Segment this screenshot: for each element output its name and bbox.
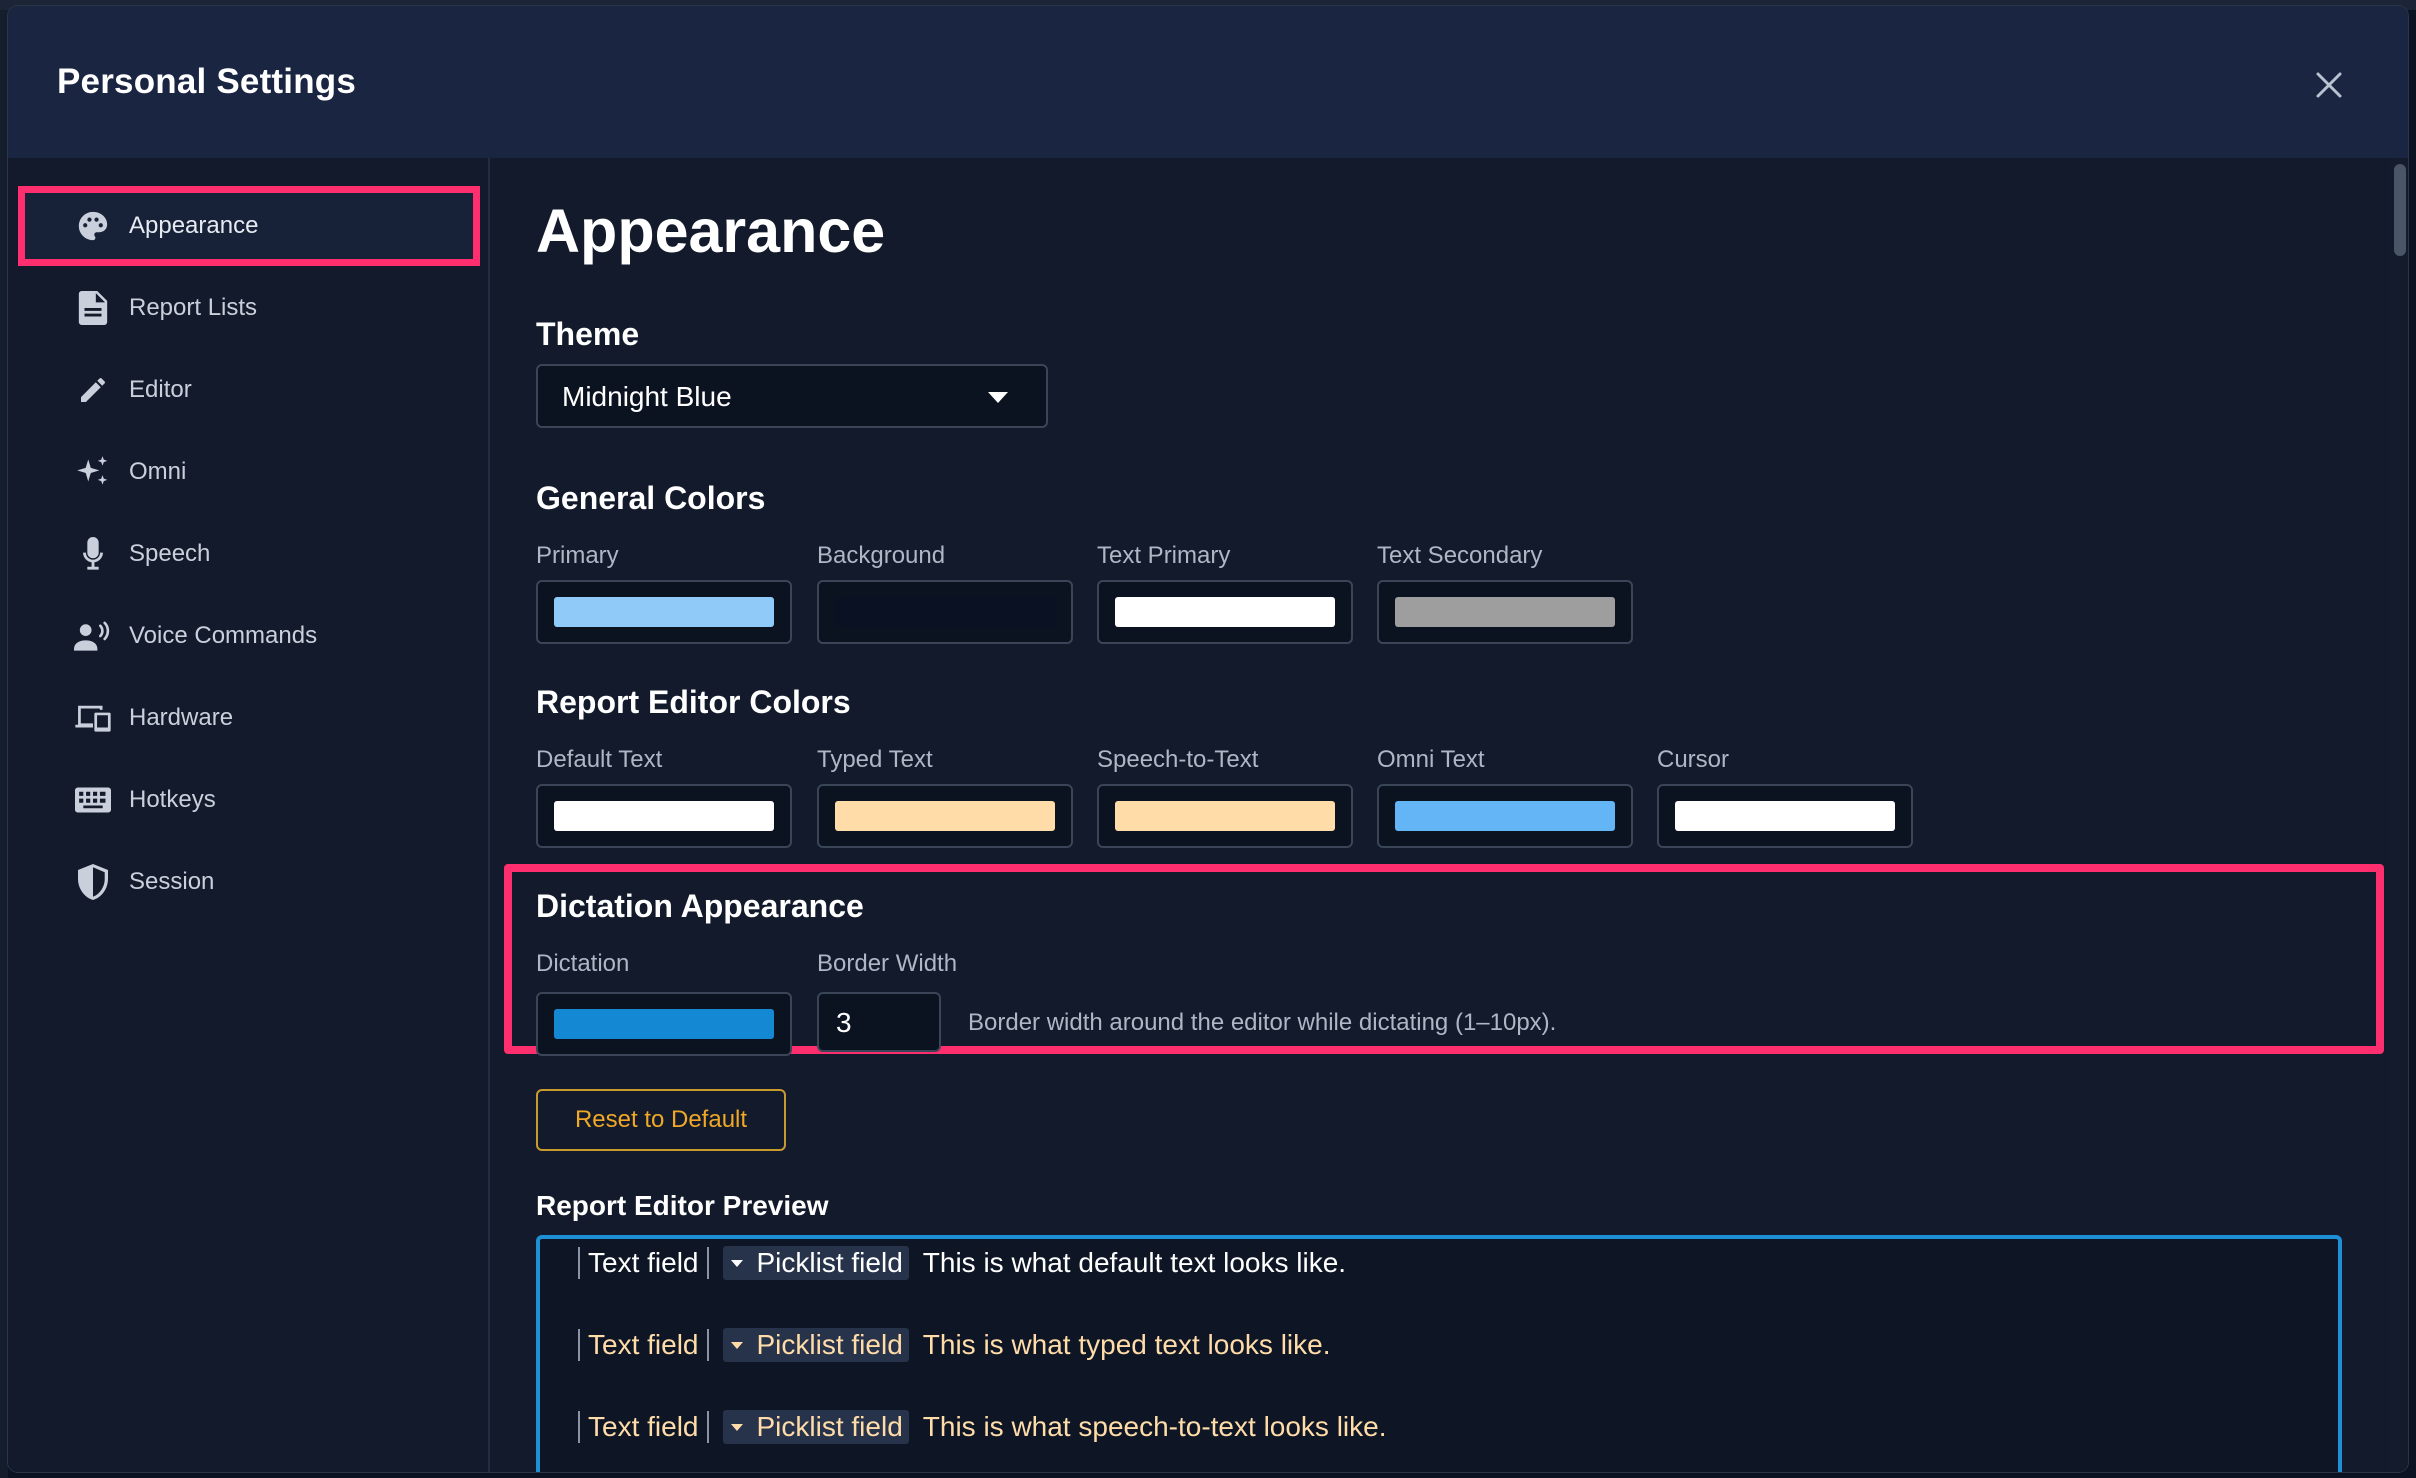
sidebar-item-omni[interactable]: Omni: [18, 432, 480, 512]
picklist-label: Picklist field: [756, 1329, 903, 1360]
border-width-input[interactable]: 3: [817, 992, 941, 1052]
close-icon: [2316, 72, 2342, 98]
color-fill: [835, 801, 1055, 831]
cursor-color-picker[interactable]: [1657, 784, 1913, 848]
text-primary-color-picker[interactable]: [1097, 580, 1353, 644]
sidebar-item-voice-commands[interactable]: Voice Commands: [18, 596, 480, 676]
sparkles-icon: [74, 453, 112, 491]
dialog-header: Personal Settings: [8, 6, 2408, 158]
theme-heading: Theme: [536, 316, 640, 352]
preview-text: This is what speech-to-text looks like.: [922, 1411, 1387, 1442]
report-editor-preview-heading: Report Editor Preview: [536, 1190, 829, 1221]
page-title: Appearance: [536, 197, 886, 265]
color-fill: [1395, 597, 1615, 627]
microphone-icon: [74, 535, 112, 573]
border-width-label: Border Width: [817, 950, 958, 977]
scrollbar-thumb[interactable]: [2394, 164, 2406, 256]
cursor-color-label: Cursor: [1657, 746, 1730, 773]
preview-line-typed: Text field Picklist field This is what t…: [578, 1325, 1331, 1365]
dialog-title: Personal Settings: [57, 62, 357, 101]
sidebar-item-hardware[interactable]: Hardware: [18, 678, 480, 758]
color-fill: [554, 597, 774, 627]
settings-sidebar: Appearance Report Lists Editor Omni Spee…: [8, 158, 490, 1472]
speech-to-text-color-label: Speech-to-Text: [1097, 746, 1259, 773]
sidebar-item-editor[interactable]: Editor: [18, 350, 480, 430]
sidebar-item-appearance[interactable]: Appearance: [18, 186, 480, 266]
color-fill: [554, 801, 774, 831]
chevron-down-icon: [988, 392, 1008, 403]
text-field-token[interactable]: Text field: [578, 1247, 709, 1279]
omni-text-color-label: Omni Text: [1377, 746, 1485, 773]
border-width-hint: Border width around the editor while dic…: [968, 1009, 1557, 1036]
text-primary-color-label: Text Primary: [1097, 542, 1231, 569]
sidebar-item-label: Editor: [129, 376, 192, 403]
sidebar-item-label: Omni: [129, 458, 187, 485]
background-app-left: [0, 10, 8, 1478]
primary-color-label: Primary: [536, 542, 619, 569]
color-fill: [1675, 801, 1895, 831]
pencil-icon: [74, 371, 112, 409]
sidebar-item-label: Hardware: [129, 704, 234, 731]
speech-to-text-color-picker[interactable]: [1097, 784, 1353, 848]
general-colors-heading: General Colors: [536, 480, 766, 516]
sidebar-item-hotkeys[interactable]: Hotkeys: [18, 760, 480, 840]
dictation-appearance-heading: Dictation Appearance: [536, 888, 864, 924]
dictation-color-picker[interactable]: [536, 992, 792, 1056]
text-field-token[interactable]: Text field: [578, 1329, 709, 1361]
color-fill: [554, 1009, 774, 1039]
report-editor-colors-heading: Report Editor Colors: [536, 684, 851, 720]
sidebar-item-report-lists[interactable]: Report Lists: [18, 268, 480, 348]
caret-down-icon: [730, 1341, 743, 1349]
personal-settings-dialog: Personal Settings Appearance Report List…: [8, 6, 2408, 1472]
sidebar-item-session[interactable]: Session: [18, 842, 480, 922]
sidebar-item-label: Voice Commands: [129, 622, 318, 649]
shield-icon: [74, 863, 112, 901]
typed-text-color-picker[interactable]: [817, 784, 1073, 848]
document-icon: [74, 289, 112, 327]
typed-text-color-label: Typed Text: [817, 746, 933, 773]
picklist-label: Picklist field: [756, 1247, 903, 1278]
default-text-color-picker[interactable]: [536, 784, 792, 848]
text-secondary-color-label: Text Secondary: [1377, 542, 1543, 569]
appearance-panel: Appearance Theme Midnight Blue General C…: [490, 158, 2408, 1472]
theme-select-value: Midnight Blue: [562, 381, 732, 412]
preview-line-speech: Text field Picklist field This is what s…: [578, 1407, 1387, 1447]
picklist-field-token[interactable]: Picklist field: [722, 1328, 909, 1362]
text-secondary-color-picker[interactable]: [1377, 580, 1633, 644]
picklist-field-token[interactable]: Picklist field: [722, 1246, 909, 1280]
devices-icon: [74, 699, 112, 737]
text-field-token[interactable]: Text field: [578, 1411, 709, 1443]
dictation-color-label: Dictation: [536, 950, 630, 977]
keyboard-icon: [74, 781, 112, 819]
picklist-label: Picklist field: [756, 1411, 903, 1442]
sidebar-item-label: Session: [129, 868, 215, 895]
sidebar-item-label: Hotkeys: [129, 786, 216, 813]
background-color-label: Background: [817, 542, 946, 569]
color-fill: [835, 597, 1055, 627]
omni-text-color-picker[interactable]: [1377, 784, 1633, 848]
preview-text: This is what typed text looks like.: [922, 1329, 1331, 1360]
reset-to-default-button[interactable]: Reset to Default: [536, 1089, 786, 1151]
voice-user-icon: [74, 617, 112, 655]
default-text-color-label: Default Text: [536, 746, 663, 773]
close-button[interactable]: [2310, 66, 2348, 104]
color-fill: [1115, 597, 1335, 627]
primary-color-picker[interactable]: [536, 580, 792, 644]
preview-text: This is what default text looks like.: [922, 1247, 1347, 1278]
theme-select[interactable]: Midnight Blue: [536, 364, 1048, 428]
caret-down-icon: [730, 1423, 743, 1431]
background-color-picker[interactable]: [817, 580, 1073, 644]
picklist-field-token[interactable]: Picklist field: [722, 1410, 909, 1444]
caret-down-icon: [730, 1259, 743, 1267]
report-editor-preview[interactable]: Text field Picklist field This is what d…: [536, 1235, 2342, 1472]
preview-line-default: Text field Picklist field This is what d…: [578, 1243, 1346, 1283]
color-fill: [1115, 801, 1335, 831]
palette-icon: [74, 207, 112, 245]
sidebar-item-speech[interactable]: Speech: [18, 514, 480, 594]
scrollbar-track[interactable]: [2390, 158, 2408, 1472]
color-fill: [1395, 801, 1615, 831]
sidebar-item-label: Report Lists: [129, 294, 258, 321]
sidebar-item-label: Speech: [129, 540, 211, 567]
sidebar-item-label: Appearance: [129, 212, 259, 239]
